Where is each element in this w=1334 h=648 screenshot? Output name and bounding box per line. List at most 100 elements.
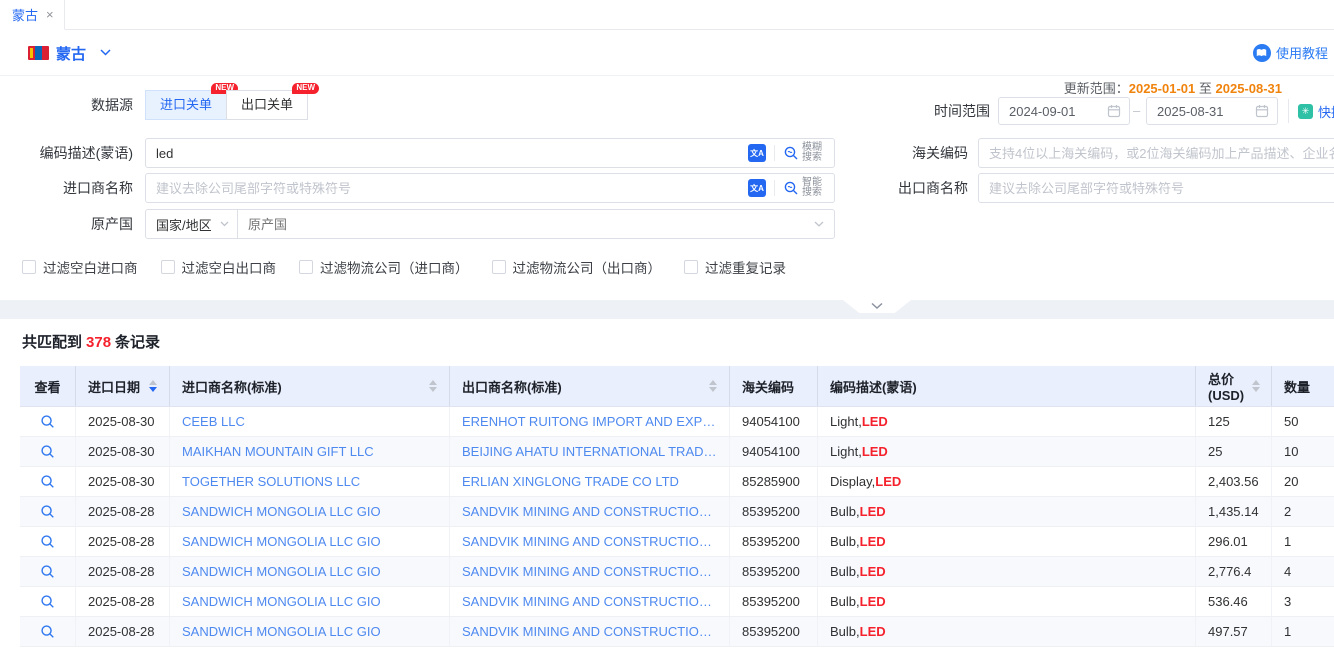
view-record-button[interactable] [40,534,55,549]
checkbox-filter-logistics-importer[interactable]: 过滤物流公司（进口商） [299,257,469,277]
date-start-input[interactable]: 2024-09-01 [998,97,1130,125]
checkbox-filter-blank-exporter[interactable]: 过滤空白出口商 [161,257,277,277]
sort-icon[interactable] [421,380,437,392]
code-desc-cell: Display, LED [818,467,1196,496]
importer-link[interactable]: CEEB LLC [182,414,245,429]
checkbox-filter-logistics-exporter[interactable]: 过滤物流公司（出口商） [492,257,662,277]
date-end-input[interactable]: 2025-08-31 [1146,97,1278,125]
import-date-cell: 2025-08-30 [76,407,170,436]
update-start: 2025-01-01 [1129,81,1196,96]
code-desc-cell: Bulb, LED [818,527,1196,556]
total-usd-cell: 1,435.14 [1196,497,1272,526]
magnifier-icon [40,594,55,609]
divider [1288,99,1289,123]
importer-link[interactable]: SANDWICH MONGOLIA LLC GIO [182,624,381,639]
exporter-link[interactable]: ERENHOT RUITONG IMPORT AND EXPORT ... [462,414,717,429]
sort-icon[interactable] [141,380,157,392]
import-date-cell: 2025-08-30 [76,467,170,496]
exporter-link[interactable]: SANDVIK MINING AND CONSTRUCTION L... [462,594,717,609]
importer-link[interactable]: SANDWICH MONGOLIA LLC GIO [182,534,381,549]
view-record-button[interactable] [40,504,55,519]
quick-search-button[interactable]: ✳ 快捷 [1298,97,1334,125]
importer-link[interactable]: SANDWICH MONGOLIA LLC GIO [182,564,381,579]
search-icon [783,145,799,161]
origin-type-select[interactable]: 国家/地区 [146,210,238,238]
importer-link[interactable]: SANDWICH MONGOLIA LLC GIO [182,504,381,519]
view-record-button[interactable] [40,444,55,459]
view-record-button[interactable] [40,624,55,639]
total-usd-cell: 2,776.4 [1196,557,1272,586]
code-desc-cell: Bulb, LED [818,617,1196,646]
smart-search-button[interactable]: 智能搜索 [783,178,826,198]
view-record-button[interactable] [40,474,55,489]
magnifier-icon [40,414,55,429]
update-range: 更新范围：2025-01-01 至 2025-08-31 [1064,78,1282,97]
filter-panel: 数据源 进口关单 NEW 出口关单 NEW 更新范围：2025-01-01 至 … [0,76,1334,300]
date-range-dash: – [1133,97,1140,125]
total-usd-cell: 296.01 [1196,527,1272,556]
sort-icon[interactable] [1244,380,1260,392]
checkbox-icon [22,260,36,274]
exporter-link[interactable]: BEIJING AHATU INTERNATIONAL TRADE C... [462,444,717,459]
led-highlight: LED [860,594,886,609]
chevron-down-icon[interactable] [814,221,834,227]
table-row: 2025-08-30 TOGETHER SOLUTIONS LLC ERLIAN… [20,467,1334,497]
code-desc-cell: Bulb, LED [818,557,1196,586]
checkbox-icon [161,260,175,274]
checkbox-filter-blank-importer[interactable]: 过滤空白进口商 [22,257,138,277]
exporter-link[interactable]: SANDVIK MINING AND CONSTRUCTION L... [462,564,717,579]
topbar: 蒙古 使用教程 [0,31,1334,76]
col-exporter-name[interactable]: 出口商名称(标准) [450,366,730,406]
translate-icon[interactable]: 文A [748,144,766,162]
tab-export-declarations[interactable]: 出口关单 NEW [226,90,308,120]
tab-import-declarations[interactable]: 进口关单 NEW [145,90,227,120]
new-badge: NEW [292,83,319,94]
table-row: 2025-08-28 SANDWICH MONGOLIA LLC GIO SAN… [20,617,1334,647]
exporter-link[interactable]: SANDVIK MINING AND CONSTRUCTION L... [462,534,717,549]
col-importer-name[interactable]: 进口商名称(标准) [170,366,450,406]
sort-icon[interactable] [701,380,717,392]
importer-link[interactable]: SANDWICH MONGOLIA LLC GIO [182,594,381,609]
exporter-name-label: 出口商名称 [850,173,968,203]
importer-link[interactable]: TOGETHER SOLUTIONS LLC [182,474,360,489]
code-desc-cell: Light, LED [818,407,1196,436]
importer-name-input[interactable] [156,181,748,196]
table-row: 2025-08-28 SANDWICH MONGOLIA LLC GIO SAN… [20,587,1334,617]
code-desc-input[interactable] [156,146,748,161]
checkbox-filter-duplicates[interactable]: 过滤重复记录 [684,257,786,277]
importer-link[interactable]: MAIKHAN MOUNTAIN GIFT LLC [182,444,374,459]
exporter-name-input[interactable] [989,181,1334,196]
exporter-link[interactable]: SANDVIK MINING AND CONSTRUCTION L... [462,504,717,519]
quantity-cell: 1 [1272,617,1334,646]
book-icon [1253,44,1271,62]
tutorial-link[interactable]: 使用教程 [1253,43,1328,62]
col-import-date[interactable]: 进口日期 [76,366,170,406]
hs-code-cell: 85395200 [730,557,818,586]
quantity-cell: 1 [1272,527,1334,556]
code-desc-cell: Bulb, LED [818,497,1196,526]
led-highlight: LED [860,564,886,579]
col-view: 查看 [20,366,76,406]
code-desc-cell: Light, LED [818,437,1196,466]
fuzzy-search-button[interactable]: 模糊搜索 [783,143,826,163]
origin-country-input[interactable] [238,217,814,232]
led-highlight: LED [862,414,888,429]
chevron-down-icon[interactable] [100,49,111,56]
exporter-link[interactable]: ERLIAN XINGLONG TRADE CO LTD [462,474,679,489]
exporter-link[interactable]: SANDVIK MINING AND CONSTRUCTION L... [462,624,717,639]
import-date-cell: 2025-08-28 [76,617,170,646]
col-total-usd[interactable]: 总价 (USD) [1196,366,1272,406]
col-quantity: 数量 [1272,366,1334,406]
results-table: 查看 进口日期 进口商名称(标准) 出口商名称(标准) 海关编码 编码描述(蒙语… [20,366,1334,648]
hs-code-input[interactable] [989,146,1334,161]
translate-icon[interactable]: 文A [748,179,766,197]
view-record-button[interactable] [40,594,55,609]
tab-mongolia[interactable]: 蒙古 × [0,0,65,30]
table-row: 2025-08-30 CEEB LLC ERENHOT RUITONG IMPO… [20,407,1334,437]
country-title[interactable]: 蒙古 [56,43,86,64]
led-highlight: LED [862,444,888,459]
view-record-button[interactable] [40,414,55,429]
view-record-button[interactable] [40,564,55,579]
importer-name-label: 进口商名称 [0,173,133,203]
close-icon[interactable]: × [46,8,54,21]
